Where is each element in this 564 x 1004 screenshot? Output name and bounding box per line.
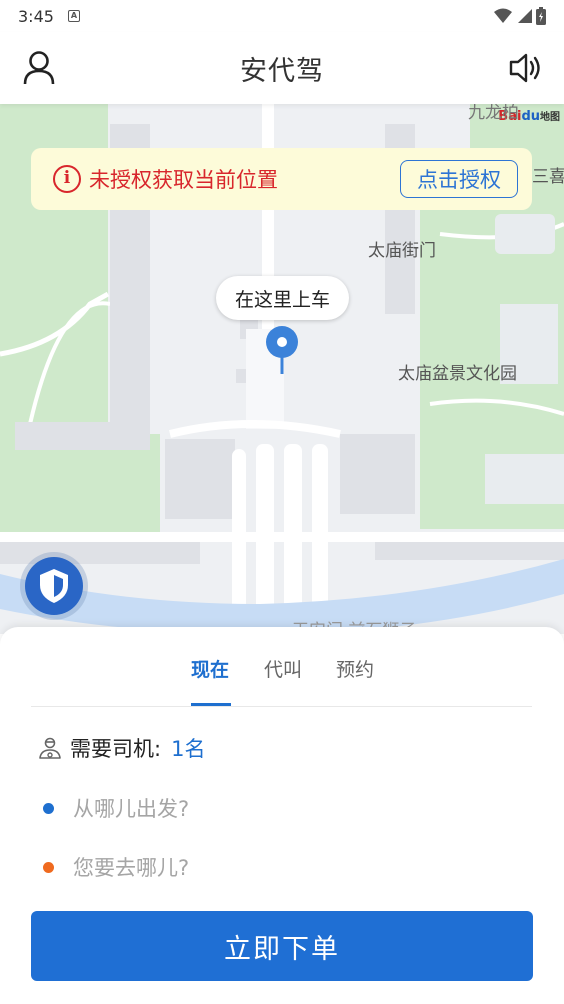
user-profile-button[interactable]	[22, 50, 56, 86]
wifi-icon	[494, 8, 512, 23]
destination-placeholder: 您要去哪儿?	[73, 856, 190, 880]
speaker-icon	[509, 53, 540, 83]
status-icons	[494, 7, 546, 25]
pickup-label: 在这里上车	[216, 276, 349, 320]
active-tab-indicator	[191, 703, 231, 706]
order-panel: 现在 代叫 预约 需要司机: 1名 从哪儿出发? 您要去哪儿? 立即下单	[0, 627, 564, 1004]
status-bar: 3:45 A	[0, 0, 564, 32]
tab-call-for-others[interactable]: 代叫	[264, 655, 302, 682]
driver-count-value[interactable]: 1名	[171, 733, 205, 763]
driver-icon	[39, 737, 61, 759]
tab-reservation[interactable]: 预约	[336, 655, 374, 682]
map-poi-label: 太庙盆景文化园	[398, 364, 517, 384]
pickup-location-placeholder: 从哪儿出发?	[73, 797, 190, 821]
destination-dot-icon	[43, 861, 54, 873]
top-app-bar: 安代驾	[0, 32, 564, 104]
destination-field[interactable]: 您要去哪儿?	[38, 852, 189, 882]
driver-count-row[interactable]: 需要司机: 1名	[38, 733, 205, 763]
location-permission-banner: i 未授权获取当前位置 点击授权	[31, 148, 532, 210]
origin-dot-icon	[43, 802, 54, 814]
authorize-button[interactable]: 点击授权	[400, 160, 518, 198]
driver-count-label: 需要司机:	[70, 737, 162, 761]
person-icon	[23, 51, 55, 85]
page-title: 安代驾	[240, 55, 324, 87]
booking-tabs: 现在 代叫 预约	[31, 627, 532, 707]
map-poi-label: 九龙柏	[468, 104, 519, 123]
place-order-button[interactable]: 立即下单	[31, 911, 533, 981]
map-view[interactable]: Baidu地图 九龙柏 三喜 太庙街门 太庙盆景文化园 天安门·前石狮子 i 未…	[0, 104, 564, 634]
battery-icon	[536, 7, 546, 25]
pickup-location-field[interactable]: 从哪儿出发?	[38, 793, 189, 823]
info-icon: i	[53, 165, 81, 193]
notification-icon: A	[67, 10, 80, 22]
safety-center-button[interactable]	[20, 552, 88, 620]
location-pin-icon[interactable]	[265, 326, 299, 376]
status-time: 3:45	[18, 6, 54, 26]
permission-message: 未授权获取当前位置	[89, 168, 278, 192]
signal-icon	[518, 9, 532, 23]
voice-broadcast-button[interactable]	[508, 50, 544, 86]
map-poi-label: 太庙街门	[368, 241, 436, 261]
tab-now[interactable]: 现在	[191, 655, 229, 682]
shield-icon	[40, 569, 68, 603]
map-poi-label: 三喜	[532, 167, 564, 187]
app-screen: 3:45 A 安代驾 Baidu地图 九龙柏 三喜 太庙街门 太庙盆景文化园 i…	[0, 0, 564, 1004]
